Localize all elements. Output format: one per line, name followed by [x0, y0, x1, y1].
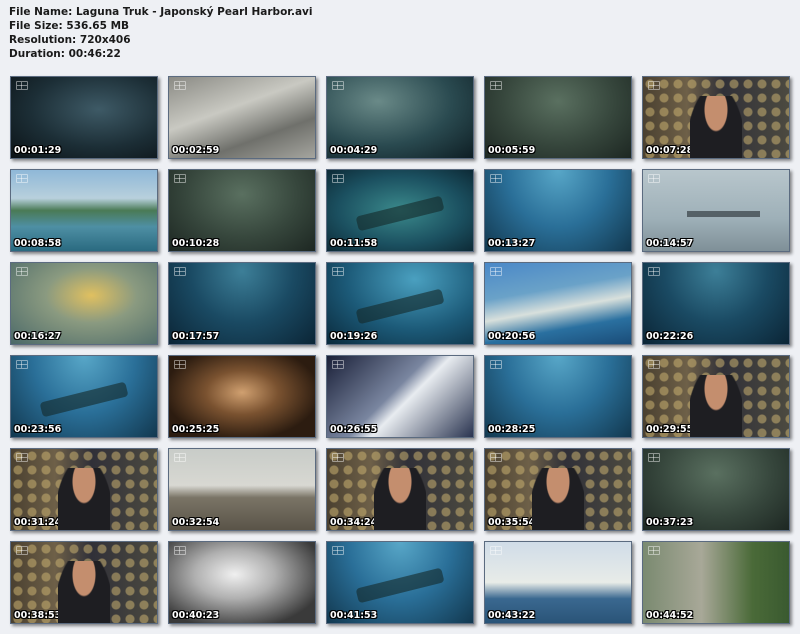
file-info-header: File Name: Laguna Truk - Japonský Pearl … [9, 5, 312, 61]
channel-logo-icon [174, 546, 186, 555]
thumbnail: 00:34:24 [326, 448, 474, 531]
thumbnail-timestamp: 00:19:26 [330, 331, 378, 342]
thumbnail: 00:38:53 [10, 541, 158, 624]
channel-logo-icon [332, 453, 344, 462]
channel-logo-icon [16, 174, 28, 183]
thumbnail: 00:29:55 [642, 355, 790, 438]
thumbnail-timestamp: 00:23:56 [14, 424, 62, 435]
thumbnail: 00:40:23 [168, 541, 316, 624]
thumbnail-timestamp: 00:32:54 [172, 517, 220, 528]
thumbnail: 00:32:54 [168, 448, 316, 531]
thumbnail: 00:28:25 [484, 355, 632, 438]
thumbnail-timestamp: 00:01:29 [14, 145, 62, 156]
thumbnail-timestamp: 00:07:28 [646, 145, 694, 156]
thumbnail-timestamp: 00:13:27 [488, 238, 536, 249]
channel-logo-icon [648, 267, 660, 276]
thumbnail-timestamp: 00:43:22 [488, 610, 536, 621]
thumbnail: 00:14:57 [642, 169, 790, 252]
thumbnail-timestamp: 00:10:28 [172, 238, 220, 249]
thumbnail: 00:44:52 [642, 541, 790, 624]
channel-logo-icon [174, 81, 186, 90]
thumbnail: 00:43:22 [484, 541, 632, 624]
file-size-label: File Size: 536.65 MB [9, 20, 130, 32]
channel-logo-icon [648, 453, 660, 462]
resolution-label: Resolution: 720x406 [9, 34, 131, 46]
channel-logo-icon [490, 174, 502, 183]
thumbnail: 00:08:58 [10, 169, 158, 252]
thumbnail: 00:04:29 [326, 76, 474, 159]
channel-logo-icon [174, 267, 186, 276]
channel-logo-icon [490, 546, 502, 555]
thumbnail-timestamp: 00:29:55 [646, 424, 694, 435]
channel-logo-icon [16, 546, 28, 555]
thumbnail: 00:37:23 [642, 448, 790, 531]
thumbnail-timestamp: 00:16:27 [14, 331, 62, 342]
thumbnail: 00:07:28 [642, 76, 790, 159]
thumbnail-timestamp: 00:35:54 [488, 517, 536, 528]
thumbnail: 00:01:29 [10, 76, 158, 159]
thumbnail-timestamp: 00:28:25 [488, 424, 536, 435]
channel-logo-icon [490, 453, 502, 462]
thumbnail: 00:19:26 [326, 262, 474, 345]
thumbnail-timestamp: 00:05:59 [488, 145, 536, 156]
thumbnail: 00:02:59 [168, 76, 316, 159]
channel-logo-icon [174, 174, 186, 183]
channel-logo-icon [16, 267, 28, 276]
thumbnail: 00:25:25 [168, 355, 316, 438]
thumbnail-timestamp: 00:11:58 [330, 238, 378, 249]
channel-logo-icon [648, 174, 660, 183]
thumbnail: 00:41:53 [326, 541, 474, 624]
thumbnail-timestamp: 00:08:58 [14, 238, 62, 249]
channel-logo-icon [490, 360, 502, 369]
thumbnail-timestamp: 00:14:57 [646, 238, 694, 249]
thumbnail: 00:26:55 [326, 355, 474, 438]
thumbnail: 00:10:28 [168, 169, 316, 252]
channel-logo-icon [332, 267, 344, 276]
thumbnail: 00:23:56 [10, 355, 158, 438]
channel-logo-icon [490, 81, 502, 90]
thumbnail: 00:11:58 [326, 169, 474, 252]
channel-logo-icon [332, 81, 344, 90]
thumbnail-grid: 00:01:29 00:02:59 00:04:29 00:05:59 00:07:28… [10, 76, 790, 624]
channel-logo-icon [332, 546, 344, 555]
channel-logo-icon [332, 360, 344, 369]
channel-logo-icon [174, 453, 186, 462]
thumbnail-timestamp: 00:25:25 [172, 424, 220, 435]
channel-logo-icon [16, 81, 28, 90]
thumbnail-timestamp: 00:22:26 [646, 331, 694, 342]
duration-label: Duration: 00:46:22 [9, 48, 121, 60]
thumbnail: 00:13:27 [484, 169, 632, 252]
thumbnail-timestamp: 00:31:24 [14, 517, 62, 528]
thumbnail: 00:22:26 [642, 262, 790, 345]
thumbnail-timestamp: 00:20:56 [488, 331, 536, 342]
thumbnail-timestamp: 00:37:23 [646, 517, 694, 528]
thumbnail-timestamp: 00:41:53 [330, 610, 378, 621]
thumbnail-timestamp: 00:40:23 [172, 610, 220, 621]
thumbnail: 00:16:27 [10, 262, 158, 345]
thumbnail: 00:31:24 [10, 448, 158, 531]
channel-logo-icon [332, 174, 344, 183]
thumbnail: 00:05:59 [484, 76, 632, 159]
channel-logo-icon [174, 360, 186, 369]
channel-logo-icon [648, 546, 660, 555]
channel-logo-icon [648, 81, 660, 90]
thumbnail: 00:20:56 [484, 262, 632, 345]
thumbnail-timestamp: 00:38:53 [14, 610, 62, 621]
channel-logo-icon [648, 360, 660, 369]
file-name-label: File Name: Laguna Truk - Japonský Pearl … [9, 6, 313, 18]
thumbnail: 00:35:54 [484, 448, 632, 531]
thumbnail-timestamp: 00:02:59 [172, 145, 220, 156]
thumbnail-timestamp: 00:26:55 [330, 424, 378, 435]
thumbnail-timestamp: 00:44:52 [646, 610, 694, 621]
thumbnail: 00:17:57 [168, 262, 316, 345]
channel-logo-icon [16, 360, 28, 369]
channel-logo-icon [16, 453, 28, 462]
channel-logo-icon [490, 267, 502, 276]
thumbnail-timestamp: 00:34:24 [330, 517, 378, 528]
thumbnail-timestamp: 00:17:57 [172, 331, 220, 342]
thumbnail-timestamp: 00:04:29 [330, 145, 378, 156]
